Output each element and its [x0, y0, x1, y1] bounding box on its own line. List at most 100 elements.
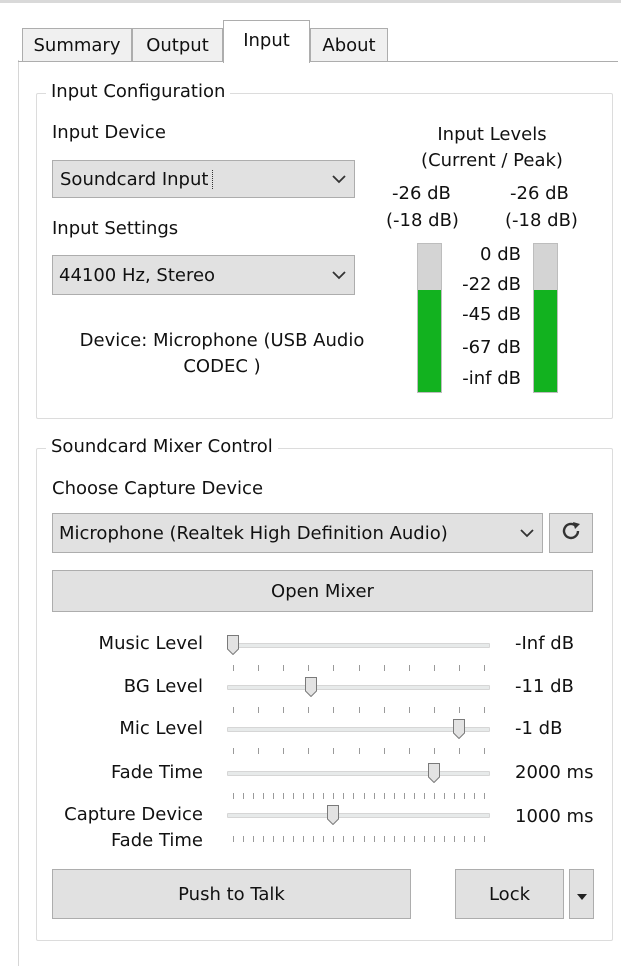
slider-tick	[283, 707, 285, 713]
open-mixer-button[interactable]: Open Mixer	[52, 570, 593, 612]
slider-tick	[458, 665, 460, 671]
device-info-line1: Device: Microphone (USB Audio	[79, 330, 365, 351]
slider-tick	[258, 707, 260, 713]
tab-about[interactable]: About	[310, 28, 388, 62]
lock-button[interactable]: Lock	[455, 869, 564, 919]
slider-tick	[403, 836, 405, 842]
slider-tick	[353, 836, 355, 842]
bg-level-label: BG Level	[123, 676, 203, 697]
open-mixer-label: Open Mixer	[271, 580, 374, 602]
slider-tick	[484, 748, 485, 754]
slider-tick	[433, 793, 435, 799]
slider-tick	[393, 793, 395, 799]
slider-tick	[308, 707, 310, 713]
mic-level-value: -1 dB	[515, 718, 563, 739]
slider-tick	[423, 836, 425, 842]
slider-tick	[313, 836, 315, 842]
slider-tick	[333, 707, 335, 713]
slider-tick	[308, 665, 310, 671]
capture-fade-label-line2: Fade Time	[110, 830, 203, 851]
music-level-slider-thumb[interactable]	[227, 635, 239, 655]
slider-tick	[408, 707, 410, 713]
slider-tick	[233, 707, 234, 713]
slider-tick	[283, 836, 285, 842]
scale-label-22db: -22 dB	[462, 274, 521, 295]
window-top-border	[0, 0, 621, 3]
refresh-button[interactable]	[549, 513, 593, 553]
slider-tick	[393, 836, 395, 842]
slider-tick	[308, 748, 310, 754]
mic-level-slider-thumb[interactable]	[452, 719, 465, 739]
slider-tick	[343, 793, 345, 799]
input-settings-label: Input Settings	[52, 218, 179, 239]
slider-tick	[433, 665, 435, 671]
bg-level-track	[227, 685, 490, 690]
slider-tick	[263, 793, 265, 799]
right-level-meter	[533, 243, 558, 393]
bg-level-slider-thumb[interactable]	[304, 677, 317, 697]
slider-tick	[433, 836, 435, 842]
chevron-down-icon	[512, 514, 542, 552]
slider-tick	[443, 836, 445, 842]
scale-label-45db: -45 dB	[462, 304, 521, 325]
slider-tick	[383, 836, 385, 842]
refresh-icon	[560, 520, 582, 547]
input-settings-select[interactable]: 44100 Hz, Stereo	[52, 255, 355, 295]
input-settings-value: 44100 Hz, Stereo	[59, 264, 216, 286]
input-device-select[interactable]: Soundcard Input	[52, 160, 355, 198]
slider-tick	[383, 665, 385, 671]
fade-time-track	[227, 771, 490, 776]
lock-menu-button[interactable]	[569, 869, 594, 919]
slider-tick	[463, 793, 465, 799]
slider-tick	[323, 793, 325, 799]
slider-tick	[333, 665, 335, 671]
choose-capture-label: Choose Capture Device	[52, 478, 264, 499]
fade-time-slider-thumb[interactable]	[427, 763, 440, 783]
slider-tick	[408, 748, 410, 754]
left-peak-level: (-18 dB)	[386, 210, 459, 231]
left-current-level: -26 dB	[392, 183, 451, 204]
slider-tick	[453, 836, 455, 842]
slider-tick	[333, 748, 335, 754]
slider-tick	[343, 836, 345, 842]
push-to-talk-button[interactable]: Push to Talk	[52, 869, 411, 919]
push-to-talk-label: Push to Talk	[178, 883, 285, 905]
slider-tick	[233, 665, 234, 671]
slider-tick	[383, 707, 385, 713]
input-device-value: Soundcard Input	[59, 168, 214, 190]
capture-device-select[interactable]: Microphone (Realtek High Definition Audi…	[52, 513, 543, 553]
tab-summary[interactable]: Summary	[22, 28, 132, 62]
scale-label-67db: -67 dB	[462, 337, 521, 358]
chevron-down-icon	[324, 161, 354, 197]
bg-level-value: -11 dB	[515, 676, 574, 697]
slider-tick	[258, 665, 260, 671]
right-peak-level: (-18 dB)	[505, 210, 578, 231]
slider-tick	[408, 665, 410, 671]
tab-about-label: About	[322, 35, 376, 56]
slider-tick	[413, 793, 415, 799]
scale-label-inf: -inf dB	[462, 368, 521, 389]
slider-tick	[373, 836, 375, 842]
right-level-fill	[534, 289, 557, 392]
slider-tick	[383, 748, 385, 754]
capture-device-value: Microphone (Realtek High Definition Audi…	[59, 522, 448, 544]
slider-tick	[358, 748, 360, 754]
slider-tick	[458, 707, 460, 713]
slider-tick	[358, 707, 360, 713]
capture-fade-slider-thumb[interactable]	[327, 805, 340, 825]
slider-tick	[484, 836, 485, 842]
slider-tick	[273, 793, 275, 799]
tab-output[interactable]: Output	[132, 28, 223, 62]
slider-tick	[403, 793, 405, 799]
slider-tick	[283, 793, 285, 799]
left-level-meter	[417, 243, 442, 393]
tab-input[interactable]: Input	[223, 20, 310, 63]
slider-tick	[323, 836, 325, 842]
tab-input-label: Input	[243, 30, 290, 51]
input-configuration-title: Input Configuration	[46, 81, 231, 102]
mic-level-track	[227, 727, 490, 732]
slider-tick	[273, 836, 275, 842]
right-current-level: -26 dB	[510, 183, 569, 204]
slider-tick	[358, 665, 360, 671]
slider-tick	[313, 793, 315, 799]
